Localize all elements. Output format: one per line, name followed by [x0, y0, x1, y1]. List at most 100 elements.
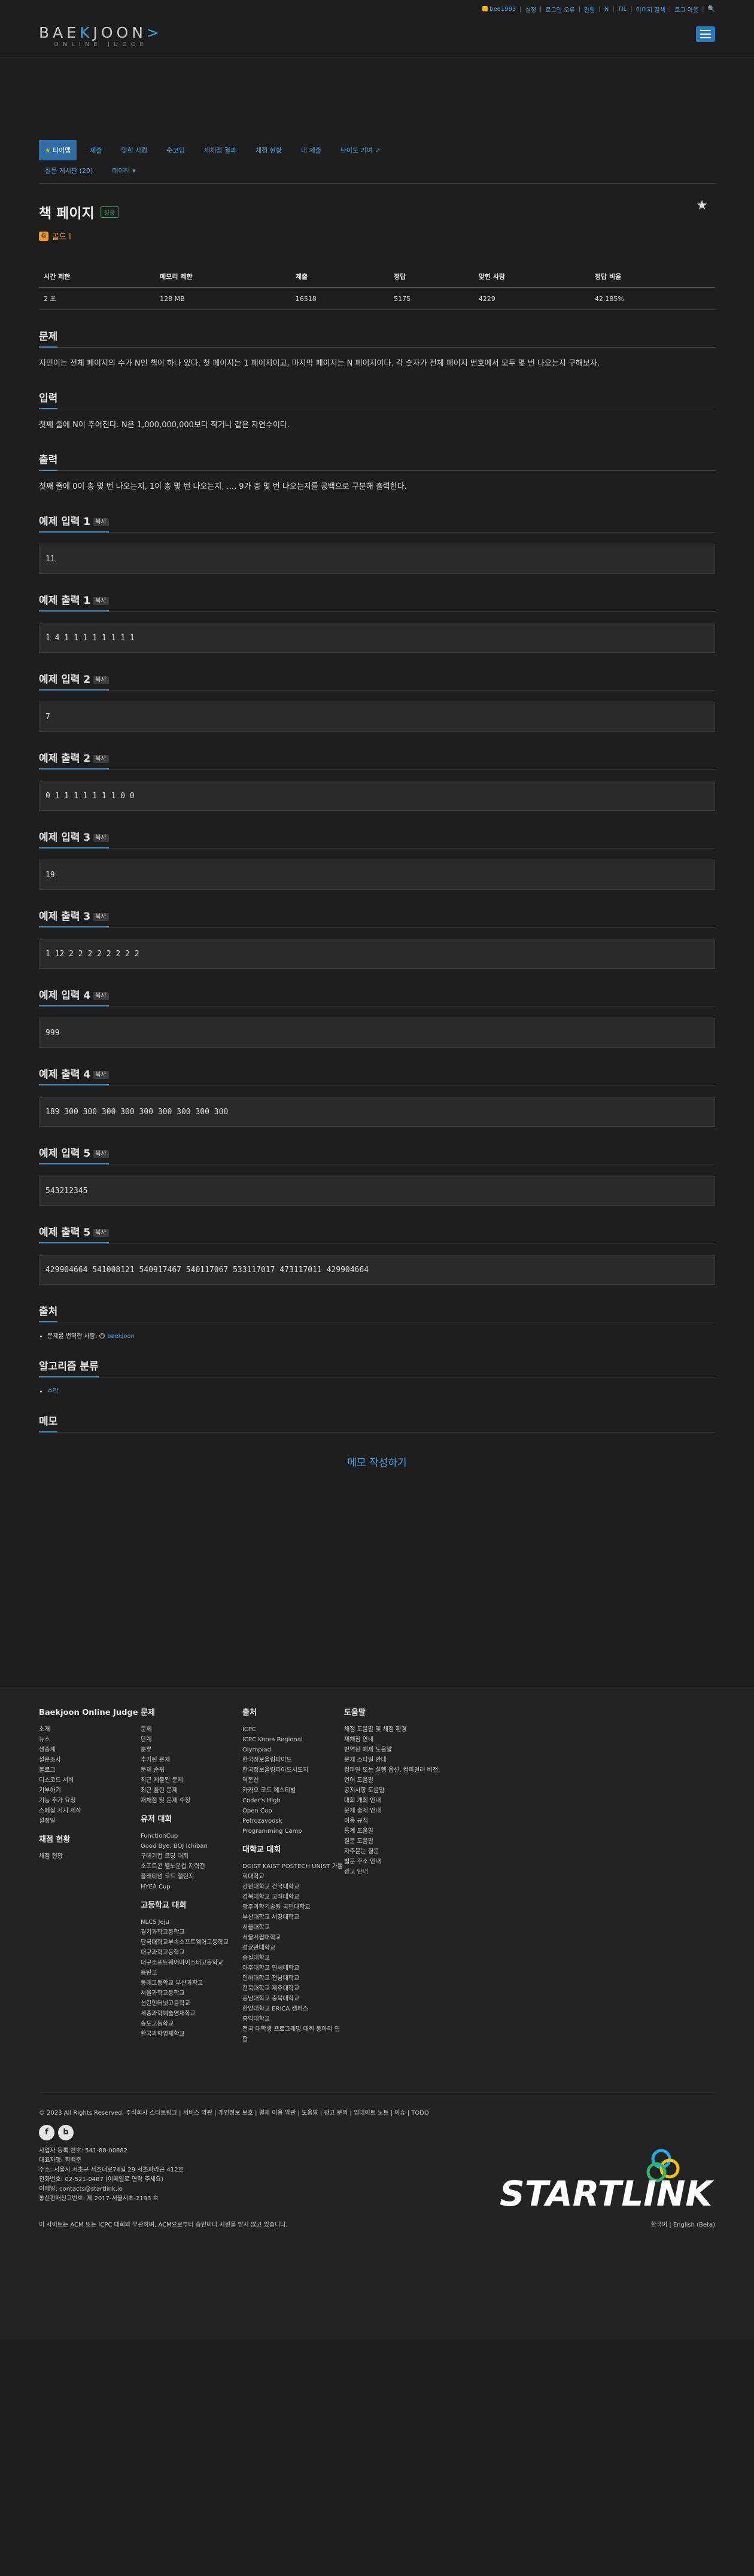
footer-link[interactable]: 동래고등학교 부산과학고 [141, 1978, 242, 1988]
footer-link[interactable]: 소개 [39, 1725, 141, 1735]
footer-link[interactable]: 블로그 [39, 1765, 141, 1775]
footer-link[interactable]: 디스코드 서버 [39, 1775, 141, 1786]
footer-link[interactable]: 아주대학교 연세대학교 [242, 1963, 344, 1973]
favorite-star-icon[interactable]: ★ [696, 198, 708, 213]
footer-link[interactable]: 인하대학교 전남대학교 [242, 1973, 344, 1984]
copy-button[interactable]: 복사 [93, 992, 109, 1000]
copy-button[interactable]: 복사 [93, 755, 109, 763]
footer-link[interactable]: 경북대학교 고려대학교 [242, 1892, 344, 1902]
username-link[interactable]: bee1993 [482, 6, 516, 13]
sample-input[interactable]: 7 [39, 702, 715, 732]
footer-link[interactable]: 송도고등학교 [141, 2019, 242, 2029]
tab-status[interactable]: 채점 현황 [250, 140, 288, 160]
site-logo[interactable]: BAEKJOON> ONLINE JUDGE [39, 24, 163, 48]
tab-rejudge[interactable]: 재채점 결과 [198, 140, 242, 160]
footer-link[interactable]: 생중계 [39, 1745, 141, 1755]
settings-link[interactable]: 설정 [525, 5, 536, 14]
footer-link[interactable]: 최근 풀린 문제 [141, 1786, 242, 1796]
footer-link[interactable]: 강원대학교 건국대학교 [242, 1882, 344, 1892]
footer-link[interactable]: 구데기컵 코딩 대회 [141, 1851, 242, 1862]
facebook-icon[interactable]: f [39, 2125, 54, 2140]
footer-link[interactable]: 추가된 문제 [141, 1755, 242, 1765]
footer-link[interactable]: 플래티넘 코드 챌린지 [141, 1872, 242, 1882]
sample-output[interactable]: 189 300 300 300 300 300 300 300 300 300 [39, 1097, 715, 1127]
footer-link[interactable]: 광고 안내 [344, 1867, 446, 1877]
footer-link[interactable]: 채점 현황 [39, 1851, 141, 1862]
algorithm-tag-link[interactable]: 수학 [47, 1388, 58, 1395]
copy-button[interactable]: 복사 [93, 676, 109, 684]
sample-input[interactable]: 19 [39, 860, 715, 890]
footer-link[interactable]: 충남대학교 충북대학교 [242, 1994, 344, 2004]
tab-tiermap[interactable]: ★ 티어맵 [39, 140, 77, 160]
blog-icon[interactable]: b [58, 2125, 74, 2140]
footer-link[interactable]: 기능 추가 요청 [39, 1796, 141, 1806]
footer-link[interactable]: 부산대학교 서강대학교 [242, 1912, 344, 1923]
footer-link[interactable]: 동탄고 [141, 1968, 242, 1978]
footer-link[interactable]: 선린인터넷고등학교 [141, 1999, 242, 2009]
logout-link[interactable]: 로그 아웃 [674, 5, 698, 14]
footer-link[interactable]: 질문 도움말 [344, 1836, 446, 1847]
copy-button[interactable]: 복사 [93, 834, 109, 842]
footer-link[interactable]: Coder's High [242, 1796, 344, 1806]
tab-solvers[interactable]: 맞힌 사람 [115, 140, 154, 160]
footer-link[interactable]: 홍익대학교 [242, 2014, 344, 2024]
footer-link[interactable]: Olympiad [242, 1745, 344, 1755]
footer-link[interactable]: 재채점 및 문제 수정 [141, 1796, 242, 1806]
sample-input[interactable]: 11 [39, 545, 715, 574]
footer-link[interactable]: 전북대학교 제주대학교 [242, 1984, 344, 1994]
footer-link[interactable]: 한국정보올림피아드시도지 [242, 1765, 344, 1775]
footer-link[interactable]: DGIST KAIST POSTECH UNIST 가톨릭대학교 [242, 1862, 344, 1882]
sample-output[interactable]: 1 4 1 1 1 1 1 1 1 1 [39, 624, 715, 653]
footer-link[interactable]: 공지사항 도움말 [344, 1786, 446, 1796]
copy-button[interactable]: 복사 [93, 518, 109, 526]
tab-short-coding[interactable]: 숏코딩 [160, 140, 190, 160]
footer-link[interactable]: NLCS Jeju [141, 1917, 242, 1927]
footer-link[interactable]: HYEA Cup [141, 1882, 242, 1892]
footer-link[interactable]: 카카오 코드 페스티벌 [242, 1786, 344, 1796]
footer-link[interactable]: 분류 [141, 1745, 242, 1755]
footer-link[interactable]: 서울과학고등학교 [141, 1988, 242, 1999]
footer-link[interactable]: 한국정보올림피아드 [242, 1755, 344, 1765]
copy-button[interactable]: 복사 [93, 1071, 109, 1079]
footer-link[interactable]: 설정일 [39, 1816, 141, 1826]
footer-link[interactable]: 대구소프트웨어마이스터고등학교 [141, 1958, 242, 1968]
footer-link[interactable]: ICPC Korea Regional [242, 1735, 344, 1745]
copy-button[interactable]: 복사 [93, 913, 109, 921]
menu-toggle-icon[interactable] [696, 26, 715, 42]
copy-button[interactable]: 복사 [93, 597, 109, 605]
copy-button[interactable]: 복사 [93, 1150, 109, 1158]
footer-link[interactable]: 한양대학교 ERICA 캠퍼스 [242, 2004, 344, 2014]
footer-link[interactable]: 재채점 안내 [344, 1735, 446, 1745]
notification-link[interactable]: N [604, 6, 609, 13]
language-switch[interactable]: 한국어 | English (Beta) [651, 2219, 715, 2228]
alert-link[interactable]: 알림 [584, 5, 595, 14]
footer-link[interactable]: 별문 주소 안내 [344, 1857, 446, 1867]
footer-link[interactable]: 성균관대학교 [242, 1943, 344, 1953]
footer-link[interactable]: 스페셜 저지 제작 [39, 1806, 141, 1816]
tab-qna-board[interactable]: 질문 게시판 (20) [39, 160, 99, 181]
sample-input[interactable]: 543212345 [39, 1176, 715, 1206]
tab-submit[interactable]: 제출 [84, 140, 108, 160]
sample-input[interactable]: 999 [39, 1018, 715, 1048]
footer-link[interactable]: Petrozavodsk [242, 1816, 344, 1826]
footer-link[interactable]: 숭실대학교 [242, 1953, 344, 1963]
footer-link[interactable]: 문제 출제 안내 [344, 1806, 446, 1816]
footer-link[interactable]: 이용 규칙 [344, 1816, 446, 1826]
search-icon[interactable]: 🔍 [708, 6, 715, 13]
footer-link[interactable]: ICPC [242, 1725, 344, 1735]
footer-link[interactable]: 번역된 예제 도움말 [344, 1745, 446, 1755]
til-link[interactable]: TIL [618, 6, 627, 13]
footer-link[interactable]: 전국 대학생 프로그래밍 대회 동아리 연합 [242, 2024, 344, 2045]
footer-link[interactable]: 세종과학예술영재학교 [141, 2009, 242, 2019]
footer-link[interactable]: 최근 제출된 문제 [141, 1775, 242, 1786]
tab-data[interactable]: 데이터 ▾ [106, 160, 141, 181]
footer-link[interactable]: 설문조사 [39, 1755, 141, 1765]
footer-link[interactable]: Good Bye, BOJ Ichiban [141, 1841, 242, 1851]
footer-link[interactable]: 기부하기 [39, 1786, 141, 1796]
footer-link[interactable]: 뉴스 [39, 1735, 141, 1745]
sample-output[interactable]: 429904664 541008121 540917467 540117067 … [39, 1255, 715, 1285]
footer-link[interactable]: 단계 [141, 1735, 242, 1745]
footer-link[interactable]: 대구과학고등학교 [141, 1948, 242, 1958]
footer-link[interactable]: 컴파일 또는 실행 옵션, 컴파일러 버전, 언어 도움말 [344, 1765, 446, 1786]
report-link[interactable]: 로그인 오류 [545, 5, 574, 14]
